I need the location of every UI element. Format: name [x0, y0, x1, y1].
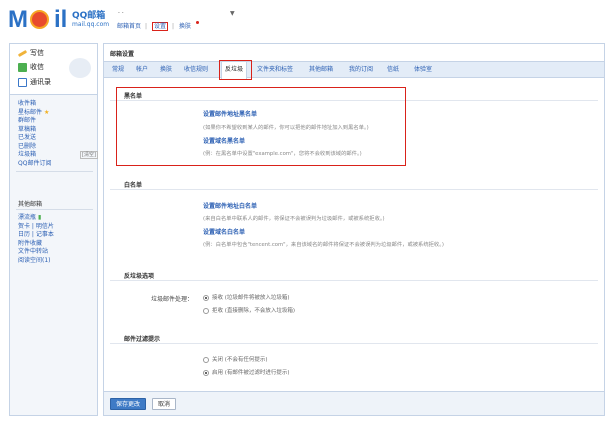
tab-skin[interactable]: 换肤 — [160, 62, 172, 78]
whitelist-heading: 白名单 — [124, 182, 143, 189]
receive-button[interactable]: 收信 — [18, 62, 44, 72]
blacklist-domain-desc: (例：在黑名单中设置"example.com"，您将不会收到该域的邮件。) — [203, 151, 362, 157]
section-divider — [110, 189, 598, 190]
settings-link[interactable]: 设置 — [151, 22, 168, 31]
cancel-button[interactable]: 取消 — [152, 398, 177, 410]
folder-group[interactable]: 群邮件 — [18, 117, 51, 126]
whitelist-domain-desc: (例：白名单中包含"tencent.com"，来自该域名的邮件将保证不会被误判为… — [203, 242, 444, 248]
other-mailbox-heading[interactable]: 其他邮箱 — [18, 199, 42, 208]
blacklist-address-desc: (如果你不希望收到某人的邮件，你可以把他的邮件地址加入到黑名单。) — [203, 125, 369, 131]
spam-handling-label: 垃圾邮件处理： — [151, 296, 194, 303]
settings-panel: 邮箱设置 常规 帐户 换肤 收信规则 反垃圾 文件夹和标签 其他邮箱 我的订阅 … — [103, 43, 605, 416]
pencil-icon — [17, 49, 28, 57]
page-title: 邮箱设置 — [110, 51, 135, 58]
section-divider — [110, 343, 598, 344]
tab-general[interactable]: 常规 — [112, 62, 124, 78]
blacklist-domain-link[interactable]: 设置域名黑名单 — [203, 136, 245, 145]
chevron-down-icon[interactable]: ▼ — [230, 10, 235, 17]
whitelist-domain-link[interactable]: 设置域名白名单 — [203, 227, 245, 236]
section-divider — [110, 280, 598, 281]
qq-mail-logo[interactable]: M il QQ邮箱 mail.qq.com — [8, 6, 110, 34]
calendar-link[interactable]: 日历 | 记事本 — [18, 231, 54, 240]
whitelist-address-desc: (来自白名单中联系人的邮件，将保证不会被误判为垃圾邮件，或被系统拒收。) — [203, 216, 385, 222]
blacklist-heading: 黑名单 — [124, 93, 143, 100]
tab-other-mailbox[interactable]: 其他邮箱 — [309, 62, 333, 78]
contacts-button[interactable]: 通讯录 — [18, 77, 51, 87]
tab-rules[interactable]: 收信规则 — [184, 62, 208, 78]
section-divider — [110, 100, 598, 101]
tab-lab[interactable]: 体验室 — [414, 62, 432, 78]
reading-space-link[interactable]: 阅读空间(1) — [18, 257, 54, 266]
notify-on-option[interactable]: 启用 (有邮件被过滤时进行提示) — [203, 368, 290, 376]
logo-domain: mail.qq.com — [72, 21, 110, 28]
action-bar: 保存更改 取消 — [104, 391, 604, 415]
tab-antispam[interactable]: 反垃圾 — [221, 62, 248, 79]
tab-folders[interactable]: 文件夹和标签 — [257, 62, 293, 78]
notify-heading: 邮件过滤提示 — [124, 336, 161, 343]
notify-off-option[interactable]: 关闭 (不会有任何提示) — [203, 355, 268, 363]
folder-deleted[interactable]: 已删除 — [18, 143, 51, 152]
folder-sent[interactable]: 已发送 — [18, 134, 51, 143]
home-link[interactable]: 邮箱首页 — [117, 23, 141, 30]
contacts-icon — [18, 77, 27, 87]
drift-bottle-link[interactable]: 漂流瓶 ▮ — [18, 214, 54, 223]
antispam-heading: 反垃圾选项 — [124, 273, 155, 280]
bottle-icon: ▮ — [37, 214, 42, 221]
folder-inbox[interactable]: 收件箱 — [18, 100, 51, 109]
decorative-swirl-icon — [69, 58, 91, 78]
logo-globe-icon — [30, 10, 49, 29]
radio-button[interactable] — [203, 369, 209, 376]
folder-spam[interactable]: 垃圾箱 [清空] — [18, 151, 98, 160]
sidebar: 写信 收信 通讯录 收件箱 星标邮件 ★ 群邮件 草稿箱 已发送 已删除 垃圾箱… — [9, 43, 98, 416]
logo-letters-il: il — [54, 6, 68, 33]
tab-stationery[interactable]: 信纸 — [387, 62, 399, 78]
radio-button[interactable] — [203, 294, 209, 301]
blacklist-address-link[interactable]: 设置邮件地址黑名单 — [203, 109, 257, 118]
user-name[interactable]: · · — [118, 10, 124, 17]
top-links: 邮箱首页 | 设置 | 换肤 — [117, 21, 203, 31]
settings-tabs: 常规 帐户 换肤 收信规则 反垃圾 文件夹和标签 其他邮箱 我的订阅 信纸 体验… — [104, 61, 604, 79]
inbox-icon — [18, 62, 27, 72]
sidebar-divider — [16, 209, 93, 210]
cards-link[interactable]: 贺卡 | 明信片 — [18, 223, 54, 232]
skin-link[interactable]: 换肤 — [179, 23, 191, 30]
star-icon: ★ — [43, 108, 50, 116]
sidebar-divider — [16, 171, 93, 172]
radio-button[interactable] — [203, 307, 209, 314]
top-header: M il QQ邮箱 mail.qq.com · · ▼ 邮箱首页 | 设置 | 换肤 — [0, 0, 614, 40]
folder-starred[interactable]: 星标邮件 ★ — [18, 109, 51, 118]
folder-list: 收件箱 星标邮件 ★ 群邮件 草稿箱 已发送 已删除 垃圾箱 [清空] QQ邮件订… — [18, 100, 98, 169]
radio-button[interactable] — [203, 356, 209, 363]
tab-account[interactable]: 帐户 — [136, 62, 148, 78]
folder-drafts[interactable]: 草稿箱 — [18, 126, 51, 135]
other-list: 漂流瓶 ▮ 贺卡 | 明信片 日历 | 记事本 附件收藏 文件中转站 阅读空间(… — [18, 214, 54, 265]
attachments-link[interactable]: 附件收藏 — [18, 240, 54, 249]
whitelist-address-link[interactable]: 设置邮件地址白名单 — [203, 201, 257, 210]
folder-subscriptions[interactable]: QQ邮件订阅 — [18, 160, 51, 169]
logo-qq-text: QQ邮箱 — [72, 11, 106, 21]
sidebar-actions: 写信 收信 通讯录 — [10, 44, 97, 95]
empty-spam-button[interactable]: [清空] — [80, 151, 98, 159]
logo-letter-m: M — [8, 6, 28, 33]
spam-reject-option[interactable]: 拒收 (直接删除，不会放入垃圾箱) — [203, 306, 295, 314]
new-dot-icon — [195, 21, 199, 24]
save-button[interactable]: 保存更改 — [110, 398, 147, 410]
write-button[interactable]: 写信 — [17, 48, 44, 58]
file-transfer-link[interactable]: 文件中转站 — [18, 248, 54, 257]
tab-subscriptions[interactable]: 我的订阅 — [349, 62, 373, 78]
spam-receive-option[interactable]: 接收 (垃圾邮件将被放入垃圾箱) — [203, 293, 290, 301]
